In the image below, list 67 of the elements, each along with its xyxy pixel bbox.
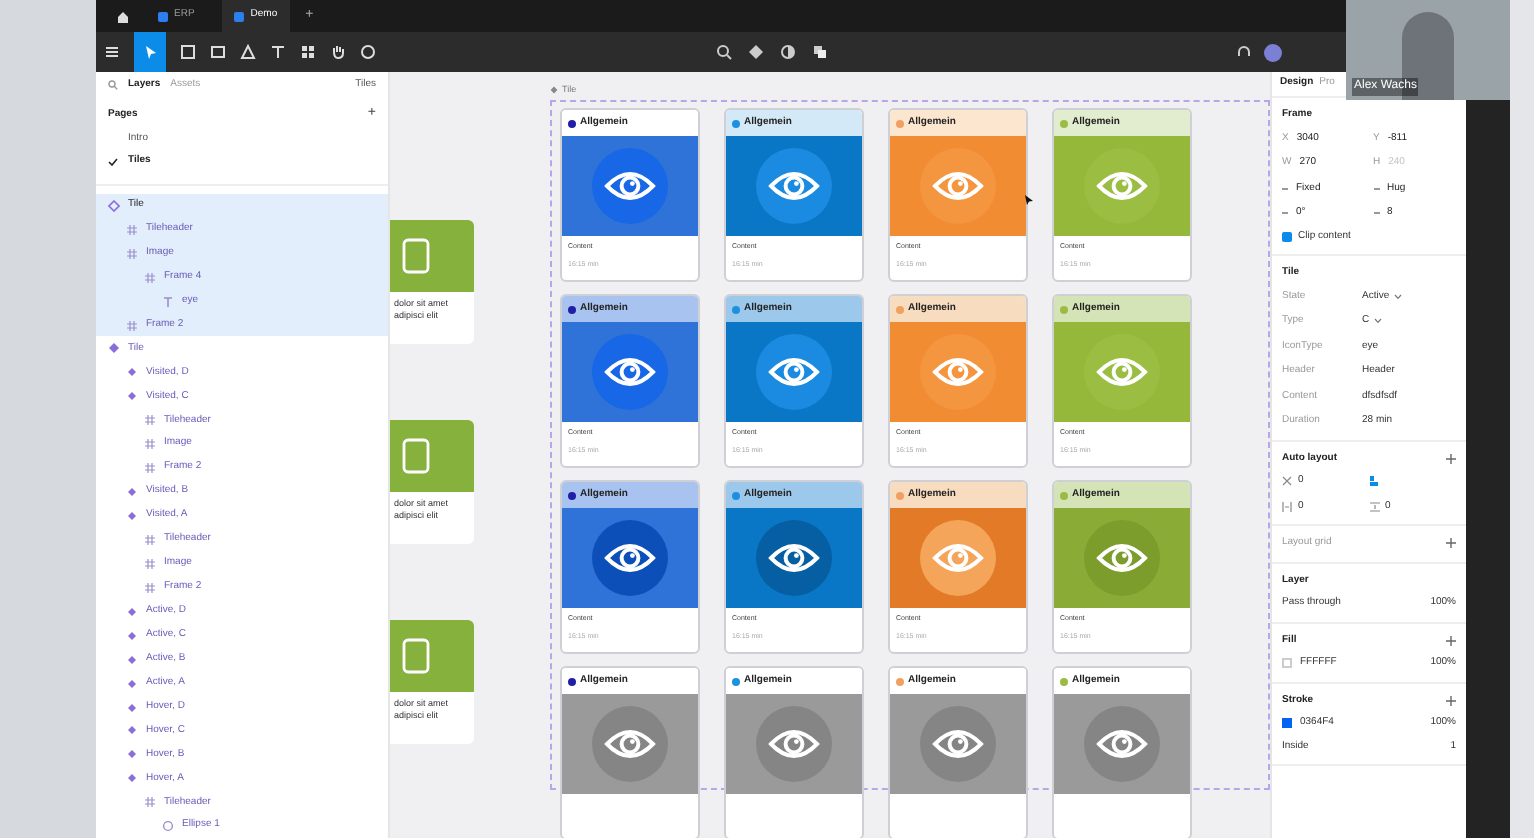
component-set-icon <box>108 342 120 355</box>
caret-icon <box>1373 318 1382 325</box>
checkbox[interactable] <box>1282 231 1292 242</box>
zoom-icon[interactable] <box>716 44 732 60</box>
eye-icon <box>1096 356 1148 388</box>
color-swatch[interactable] <box>1282 658 1292 669</box>
hand-tool-icon[interactable] <box>330 44 346 60</box>
document-icon <box>402 238 430 274</box>
frame-icon <box>144 462 156 475</box>
frame-icon <box>144 414 156 427</box>
rectangle-tool-icon[interactable] <box>210 44 226 60</box>
eye-icon <box>932 356 984 388</box>
frame-tool-icon[interactable] <box>180 44 196 60</box>
frame-icon <box>126 223 138 236</box>
eye-icon <box>1096 542 1148 574</box>
frame-icon <box>144 438 156 451</box>
eye-icon <box>604 542 656 574</box>
frame-icon <box>144 533 156 546</box>
eye-icon <box>932 542 984 574</box>
text-icon <box>162 295 174 308</box>
padding-icon <box>1369 501 1379 512</box>
boolean-icon[interactable] <box>812 44 832 60</box>
home-icon[interactable] <box>116 9 130 23</box>
add-icon[interactable] <box>1446 695 1456 706</box>
contrast-icon[interactable] <box>780 44 796 60</box>
document-icon <box>402 438 430 474</box>
comment-icon[interactable] <box>360 44 376 60</box>
add-icon[interactable] <box>1446 635 1456 646</box>
frame-icon <box>144 581 156 594</box>
avatar-icon[interactable] <box>1264 43 1282 61</box>
eye-icon <box>604 170 656 202</box>
frame-icon <box>144 796 156 809</box>
ellipse-icon <box>162 820 174 833</box>
eye-icon <box>768 170 820 202</box>
components-icon[interactable] <box>300 44 316 60</box>
text-tool-icon[interactable] <box>270 44 286 60</box>
component-icon <box>550 86 558 94</box>
alignment-icon <box>1369 476 1377 487</box>
padding-icon <box>1282 501 1292 512</box>
diamond-icon[interactable] <box>748 44 764 60</box>
eye-icon <box>1096 728 1148 760</box>
caret-icon <box>1393 293 1402 300</box>
check-icon <box>108 158 118 167</box>
eye-icon <box>932 728 984 760</box>
eye-icon <box>768 356 820 388</box>
component-icon <box>108 199 120 212</box>
frame-icon <box>144 557 156 570</box>
document-icon <box>402 638 430 674</box>
cursor-icon <box>143 44 157 60</box>
eye-icon <box>1096 170 1148 202</box>
eye-icon <box>768 542 820 574</box>
color-swatch[interactable] <box>1282 718 1292 729</box>
move-tool-button[interactable] <box>134 32 166 72</box>
frame-icon <box>126 319 138 331</box>
frame-icon <box>126 247 138 260</box>
eye-icon <box>604 728 656 760</box>
add-icon[interactable] <box>1446 538 1456 549</box>
file-icon <box>234 11 245 21</box>
menu-icon[interactable] <box>104 44 120 60</box>
search-icon[interactable] <box>108 80 118 91</box>
frame-icon <box>144 271 156 284</box>
gap-icon <box>1282 476 1292 487</box>
add-icon[interactable] <box>1446 453 1456 464</box>
file-icon <box>158 11 168 21</box>
eye-icon <box>932 170 984 202</box>
eye-icon <box>604 356 656 388</box>
eye-icon <box>768 728 820 760</box>
